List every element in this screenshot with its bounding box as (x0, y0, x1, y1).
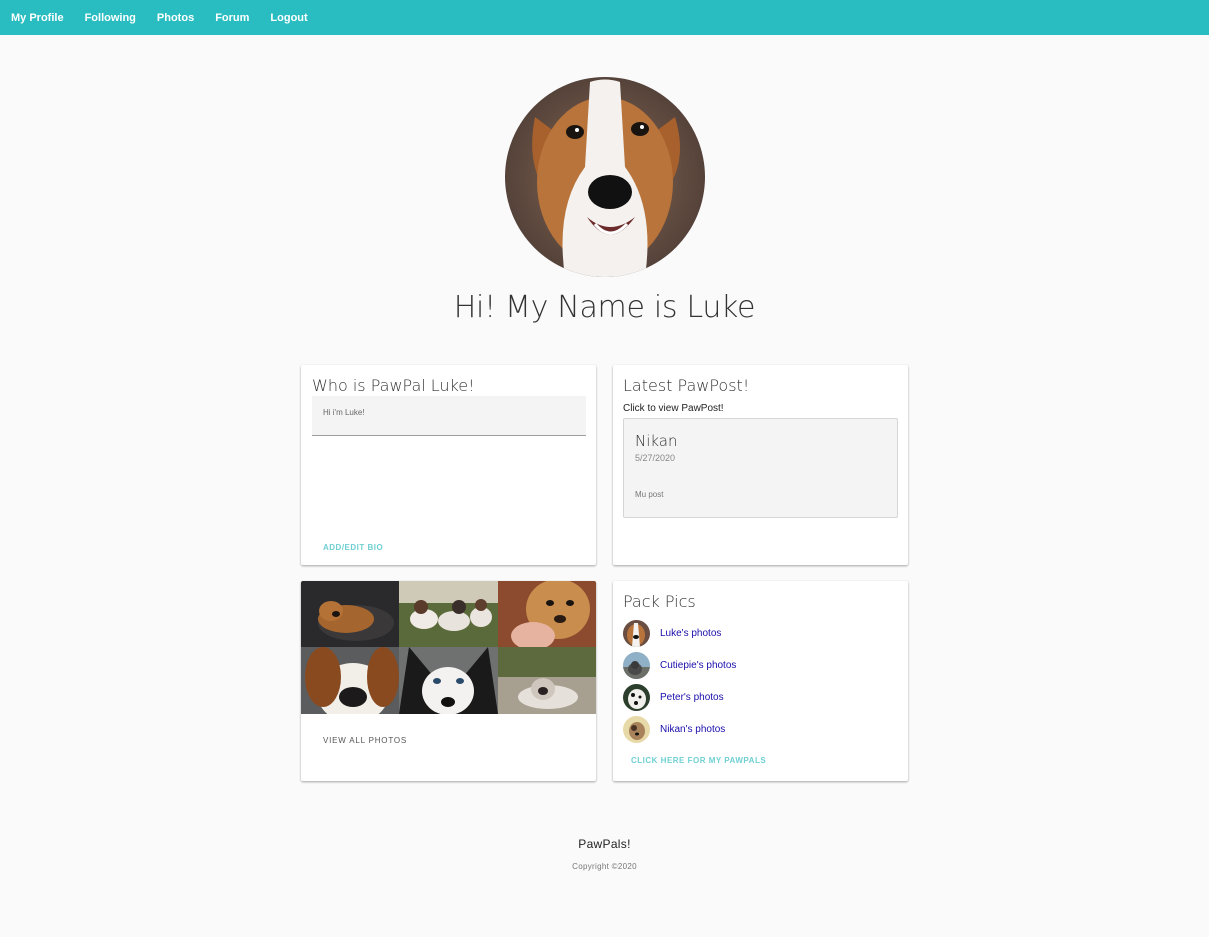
top-navbar: My Profile Following Photos Forum Logout (0, 0, 1209, 35)
list-item: Cutiepie's photos (623, 649, 893, 681)
bio-card-title: Who is PawPal Luke! (312, 376, 475, 395)
list-item: Peter's photos (623, 681, 893, 713)
latest-post-card: Latest PawPost! Click to view PawPost! N… (613, 365, 908, 565)
pack-avatar (623, 683, 650, 711)
latest-post-title: Latest PawPost! (623, 376, 750, 395)
footer-copyright: Copyright ©2020 (572, 862, 637, 871)
list-item: Nikan's photos (623, 713, 893, 745)
pack-link-nikan[interactable]: Nikan's photos (660, 724, 725, 735)
my-pawpals-button[interactable]: CLICK HERE FOR MY PAWPALS (631, 756, 766, 765)
pack-list: Luke's photos Cutiepie's photos Peter's … (623, 617, 893, 745)
pack-avatar (623, 651, 650, 679)
nav-following[interactable]: Following (85, 12, 136, 24)
pack-avatar (623, 715, 650, 743)
profile-greeting: Hi! My Name is Luke (453, 290, 756, 325)
list-item: Luke's photos (623, 617, 893, 649)
add-edit-bio-button[interactable]: ADD/EDIT BIO (323, 543, 383, 552)
pack-avatar (623, 619, 650, 647)
photo-thumbnail[interactable] (301, 581, 399, 647)
bio-card: Who is PawPal Luke! Hi i'm Luke! ADD/EDI… (301, 365, 596, 565)
post-hint-text: Click to view PawPost! (623, 403, 724, 414)
pack-link-peter[interactable]: Peter's photos (660, 692, 724, 703)
post-preview[interactable]: Nikan 5/27/2020 Mu post (623, 418, 898, 518)
photo-thumbnail[interactable] (301, 647, 399, 714)
photo-thumbnail[interactable] (498, 581, 596, 647)
nav-photos[interactable]: Photos (157, 12, 194, 24)
footer-title: PawPals! (578, 837, 631, 851)
photo-thumbnail[interactable] (399, 581, 498, 647)
pack-pics-title: Pack Pics (623, 592, 696, 611)
view-all-photos-button[interactable]: VIEW ALL PHOTOS (323, 736, 407, 745)
photo-thumbnail[interactable] (498, 647, 596, 714)
post-body: Mu post (635, 490, 664, 499)
pack-link-luke[interactable]: Luke's photos (660, 628, 721, 639)
photo-thumbnail[interactable] (399, 647, 498, 714)
profile-avatar (505, 77, 705, 277)
nav-forum[interactable]: Forum (215, 12, 249, 24)
pack-link-cutiepie[interactable]: Cutiepie's photos (660, 660, 736, 671)
nav-my-profile[interactable]: My Profile (11, 12, 64, 24)
pack-pics-card: Pack Pics Luke's photos Cutiepie's photo… (613, 581, 908, 781)
nav-logout[interactable]: Logout (270, 12, 307, 24)
photo-grid (301, 581, 596, 714)
post-author: Nikan (635, 432, 678, 450)
bio-text-field[interactable]: Hi i'm Luke! (312, 396, 586, 436)
post-date: 5/27/2020 (635, 453, 676, 463)
photos-card: VIEW ALL PHOTOS (301, 581, 596, 781)
